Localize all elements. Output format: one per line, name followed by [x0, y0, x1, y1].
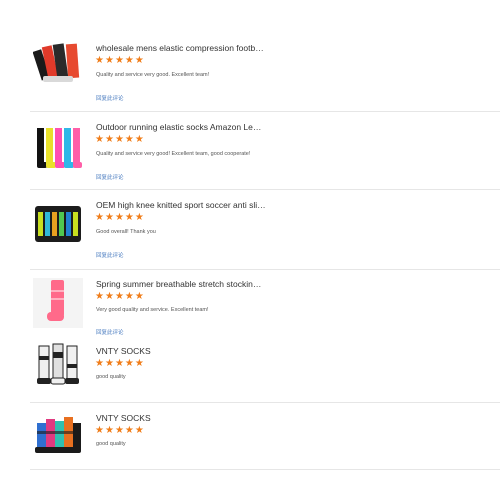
star-icon: ★	[124, 425, 134, 436]
star-icon: ★	[124, 358, 134, 369]
product-image[interactable]	[33, 278, 83, 328]
review-text: Very good quality and service. Excellent…	[96, 307, 209, 313]
star-icon: ★	[134, 291, 144, 302]
rating-stars: ★ ★ ★ ★ ★	[95, 213, 144, 223]
star-icon: ★	[104, 425, 114, 436]
reply-link[interactable]: 回复此评论	[96, 251, 124, 259]
rating-stars: ★ ★ ★ ★ ★	[95, 56, 144, 66]
star-icon: ★	[114, 291, 124, 302]
review-text: Quality and service very good! Excellent…	[96, 151, 251, 157]
list-item: Outdoor running elastic socks Amazon Leg…	[30, 112, 500, 190]
star-icon: ★	[95, 55, 104, 66]
reply-link[interactable]: 回复此评论	[96, 173, 124, 181]
star-icon: ★	[134, 134, 144, 145]
star-icon: ★	[95, 291, 104, 302]
review-list: wholesale mens elastic compression footb…	[30, 32, 500, 470]
review-text: Good overall! Thank you	[96, 229, 156, 235]
star-icon: ★	[104, 55, 114, 66]
rating-stars: ★ ★ ★ ★ ★	[95, 135, 144, 145]
star-icon: ★	[114, 134, 124, 145]
product-image[interactable]	[33, 409, 83, 459]
star-icon: ★	[134, 425, 144, 436]
review-text: Quality and service very good. Excellent…	[96, 72, 210, 78]
star-icon: ★	[134, 212, 144, 223]
sock-image-icon	[37, 343, 79, 385]
list-item: VNTY SOCKS ★ ★ ★ ★ ★ good quality	[30, 338, 500, 403]
review-text: good quality	[96, 374, 126, 380]
star-icon: ★	[124, 134, 134, 145]
product-title[interactable]: Outdoor running elastic socks Amazon Leg…	[96, 122, 266, 132]
star-icon: ★	[114, 358, 124, 369]
star-icon: ★	[104, 358, 114, 369]
product-title[interactable]: OEM high knee knitted sport soccer anti …	[96, 200, 266, 210]
rating-stars: ★ ★ ★ ★ ★	[95, 359, 144, 369]
review-text: good quality	[96, 441, 126, 447]
star-icon: ★	[124, 55, 134, 66]
star-icon: ★	[104, 291, 114, 302]
list-item: wholesale mens elastic compression footb…	[30, 32, 500, 112]
star-icon: ★	[124, 212, 134, 223]
list-item: OEM high knee knitted sport soccer anti …	[30, 190, 500, 270]
sock-image-icon	[35, 417, 81, 453]
list-item: Spring summer breathable stretch stockin…	[30, 270, 500, 338]
product-title[interactable]: VNTY SOCKS	[96, 346, 151, 356]
reply-link[interactable]: 回复此评论	[96, 94, 124, 102]
list-item: VNTY SOCKS ★ ★ ★ ★ ★ good quality	[30, 403, 500, 470]
rating-stars: ★ ★ ★ ★ ★	[95, 426, 144, 436]
rating-stars: ★ ★ ★ ★ ★	[95, 292, 144, 302]
product-image[interactable]	[33, 40, 83, 90]
star-icon: ★	[114, 55, 124, 66]
sock-image-icon	[35, 206, 81, 242]
star-icon: ★	[95, 134, 104, 145]
star-icon: ★	[95, 212, 104, 223]
star-icon: ★	[124, 291, 134, 302]
star-icon: ★	[104, 134, 114, 145]
sock-image-icon	[33, 43, 80, 82]
product-image[interactable]	[33, 124, 83, 174]
product-title[interactable]: wholesale mens elastic compression footb…	[96, 43, 266, 53]
star-icon: ★	[134, 358, 144, 369]
star-icon: ★	[134, 55, 144, 66]
star-icon: ★	[114, 212, 124, 223]
star-icon: ★	[95, 358, 104, 369]
star-icon: ★	[104, 212, 114, 223]
sock-image-icon	[33, 278, 83, 328]
product-image[interactable]	[33, 342, 83, 392]
product-title[interactable]: Spring summer breathable stretch stockin…	[96, 279, 266, 289]
product-title[interactable]: VNTY SOCKS	[96, 413, 151, 423]
product-image[interactable]	[33, 200, 83, 250]
reply-link[interactable]: 回复此评论	[96, 328, 124, 336]
star-icon: ★	[114, 425, 124, 436]
sock-image-icon	[37, 128, 82, 168]
star-icon: ★	[95, 425, 104, 436]
